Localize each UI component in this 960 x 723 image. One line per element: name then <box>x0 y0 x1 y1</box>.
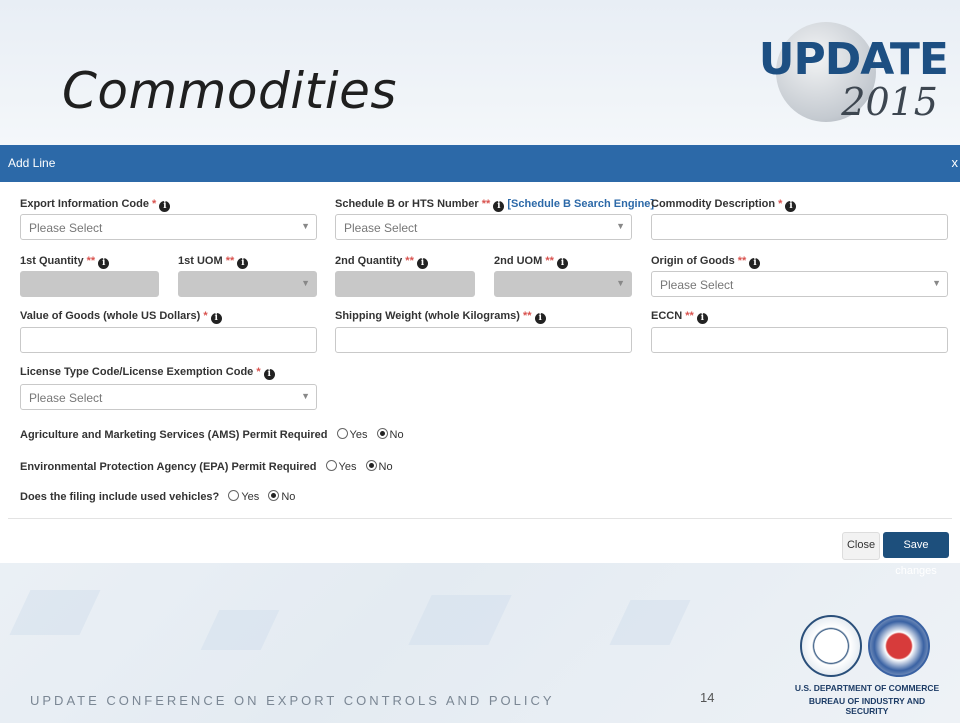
epa-permit-question: Environmental Protection Agency (EPA) Pe… <box>20 460 393 473</box>
page-number: 14 <box>700 690 715 705</box>
qty2-label: 2nd Quantity ** i <box>335 255 428 269</box>
footer-text: UPDATE CONFERENCE ON EXPORT CONTROLS AND… <box>30 693 555 708</box>
chevron-down-icon: ▼ <box>301 278 310 288</box>
department-seal-icon <box>800 615 862 677</box>
schedule-b-label: Schedule B or HTS Number ** i [Schedule … <box>335 198 655 212</box>
qty1-input[interactable] <box>20 271 159 297</box>
close-icon[interactable]: x <box>952 155 959 170</box>
bureau-caption: BUREAU OF INDUSTRY AND SECURITY <box>808 696 926 716</box>
info-icon[interactable]: i <box>534 313 546 324</box>
info-icon[interactable]: i <box>263 369 275 380</box>
info-icon[interactable]: i <box>416 258 428 269</box>
license-select[interactable]: Please Select ▼ <box>20 384 317 410</box>
info-icon[interactable]: i <box>98 258 110 269</box>
ship-weight-label: Shipping Weight (whole Kilograms) ** i <box>335 310 546 324</box>
logo-word: UPDATE <box>758 34 949 85</box>
modal-header: Add Line x <box>0 145 960 182</box>
origin-label: Origin of Goods ** i <box>651 255 761 269</box>
license-label: License Type Code/License Exemption Code… <box>20 366 275 380</box>
slide-title: Commodities <box>62 62 397 120</box>
used-vehicles-question: Does the filing include used vehicles? Y… <box>20 490 296 503</box>
chevron-down-icon: ▼ <box>301 391 310 401</box>
export-info-code-label: Export Information Code * i <box>20 198 171 212</box>
chevron-down-icon: ▼ <box>616 221 625 231</box>
dept-caption: U.S. DEPARTMENT OF COMMERCE <box>794 683 940 693</box>
schedule-b-search-link[interactable]: [Schedule B Search Engine] <box>507 198 654 210</box>
ship-weight-input[interactable] <box>335 327 632 353</box>
value-goods-input[interactable] <box>20 327 317 353</box>
ams-yes-radio[interactable] <box>336 428 348 439</box>
chevron-down-icon: ▼ <box>616 278 625 288</box>
qty1-label: 1st Quantity ** i <box>20 255 110 269</box>
info-icon[interactable]: i <box>785 201 797 212</box>
close-button[interactable]: Close <box>842 532 880 560</box>
chevron-down-icon: ▼ <box>301 221 310 231</box>
vehicles-no-radio[interactable] <box>268 490 280 501</box>
info-icon[interactable]: i <box>493 201 505 212</box>
epa-no-radio[interactable] <box>365 460 377 471</box>
modal-divider <box>8 518 952 519</box>
info-icon[interactable]: i <box>237 258 249 269</box>
add-line-modal: Add Line x Export Information Code * i S… <box>0 145 960 577</box>
qty2-input[interactable] <box>335 271 475 297</box>
modal-title: Add Line <box>8 156 56 170</box>
origin-select[interactable]: Please Select ▼ <box>651 271 948 297</box>
logo-year: 2015 <box>841 80 938 124</box>
uom2-select[interactable]: ▼ <box>494 271 632 297</box>
info-icon[interactable]: i <box>159 201 171 212</box>
eccn-input[interactable] <box>651 327 948 353</box>
info-icon[interactable]: i <box>210 313 222 324</box>
vehicles-yes-radio[interactable] <box>228 490 240 501</box>
uom1-select[interactable]: ▼ <box>178 271 317 297</box>
save-changes-button[interactable]: Save changes <box>883 532 949 577</box>
bis-seal-icon <box>868 615 930 677</box>
commerce-seals: U.S. DEPARTMENT OF COMMERCE BUREAU OF IN… <box>792 615 942 716</box>
value-goods-label: Value of Goods (whole US Dollars) * i <box>20 310 222 324</box>
update-2015-logo: UPDATE 2015 <box>759 18 949 128</box>
chevron-down-icon: ▼ <box>932 278 941 288</box>
schedule-b-select[interactable]: Please Select ▼ <box>335 214 632 240</box>
eccn-label: ECCN ** i <box>651 310 708 324</box>
uom1-label: 1st UOM ** i <box>178 255 249 269</box>
ams-permit-question: Agriculture and Marketing Services (AMS)… <box>20 428 404 441</box>
info-icon[interactable]: i <box>556 258 568 269</box>
export-info-code-select[interactable]: Please Select ▼ <box>20 214 317 240</box>
info-icon[interactable]: i <box>696 313 708 324</box>
uom2-label: 2nd UOM ** i <box>494 255 568 269</box>
info-icon[interactable]: i <box>749 258 761 269</box>
commodity-description-input[interactable] <box>651 214 948 240</box>
ams-no-radio[interactable] <box>376 428 388 439</box>
epa-yes-radio[interactable] <box>325 460 337 471</box>
commodity-description-label: Commodity Description * i <box>651 198 797 212</box>
